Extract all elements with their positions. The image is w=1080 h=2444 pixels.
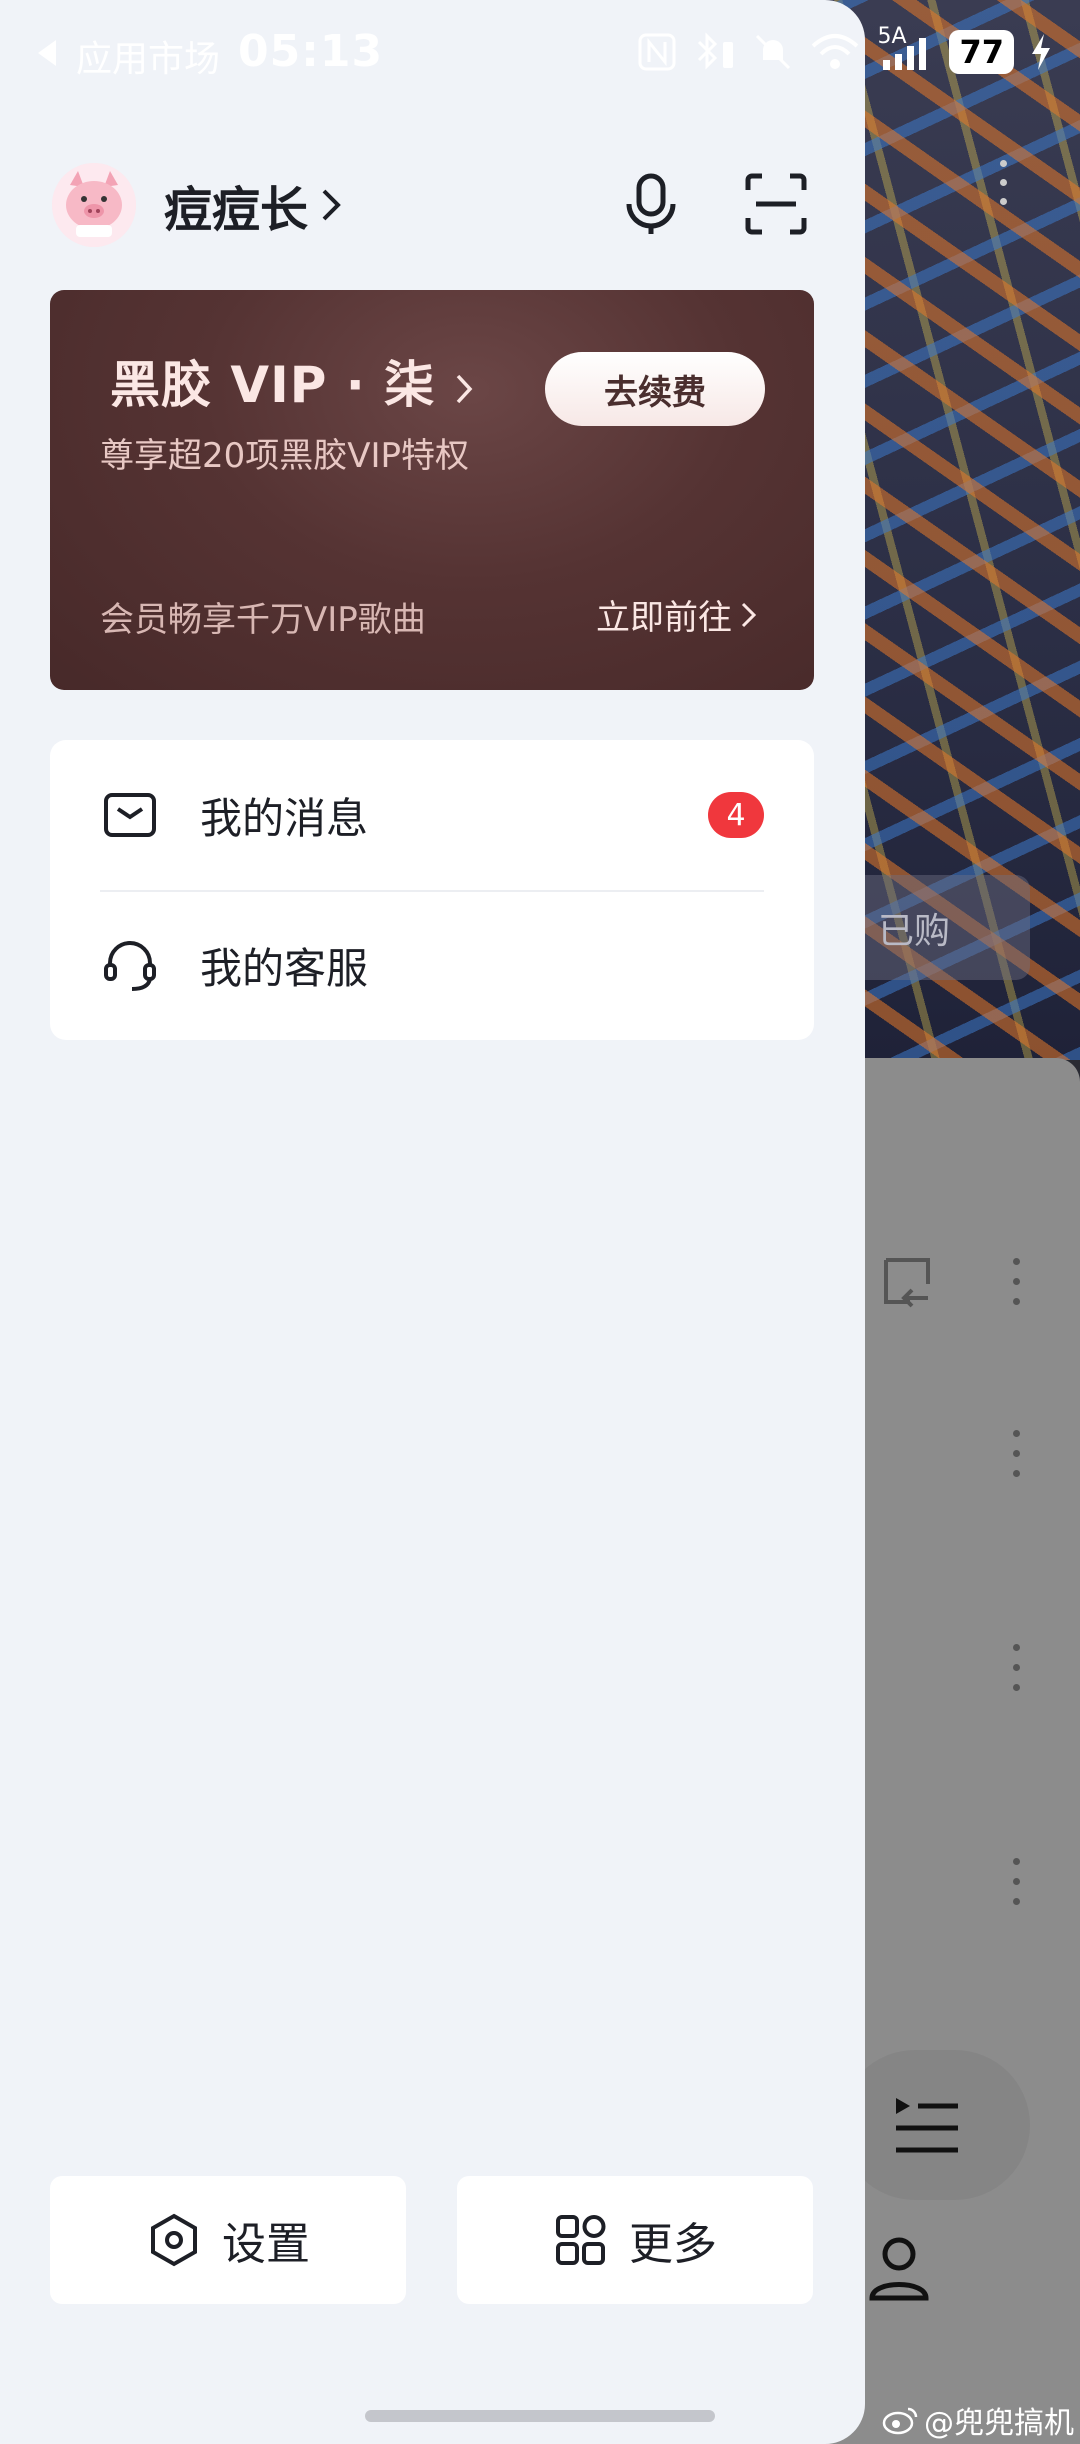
bluetooth-icon bbox=[698, 32, 734, 70]
row-more-icon bbox=[1010, 1858, 1022, 1914]
purchased-tab: 已购 bbox=[840, 875, 1030, 980]
renew-button[interactable]: 去续费 bbox=[545, 352, 765, 426]
chevron-right-icon bbox=[741, 602, 757, 627]
profile-row[interactable]: 痘痘长 bbox=[52, 160, 344, 250]
unread-badge: 4 bbox=[708, 792, 764, 838]
more-label: 更多 bbox=[629, 2219, 717, 2270]
vip-title[interactable]: 黑胶 VIP · 柒 bbox=[110, 345, 476, 417]
menu-item-label: 我的客服 bbox=[200, 943, 369, 993]
battery-level: 77 bbox=[949, 30, 1014, 74]
nfc-icon bbox=[638, 33, 676, 71]
side-drawer: 痘痘长 黑胶 VIP · 柒 尊享超20项黑胶VIP特权 去续费 会员畅享千万V… bbox=[0, 0, 865, 2444]
headset-icon bbox=[104, 941, 156, 991]
chevron-right-icon bbox=[456, 374, 472, 403]
settings-icon bbox=[151, 2213, 197, 2267]
back-app-label[interactable]: 应用市场 bbox=[76, 30, 220, 82]
more-button[interactable]: 更多 bbox=[457, 2176, 813, 2304]
row-more-icon bbox=[1010, 1644, 1022, 1700]
import-icon bbox=[884, 1258, 930, 1308]
clock: 05:13 bbox=[238, 26, 384, 77]
avatar[interactable] bbox=[52, 163, 136, 247]
menu-item-label: 我的消息 bbox=[200, 793, 369, 843]
chevron-right-icon bbox=[322, 189, 341, 221]
wifi-icon bbox=[812, 34, 859, 69]
user-icon bbox=[869, 2237, 929, 2301]
settings-button[interactable]: 设置 bbox=[50, 2176, 406, 2304]
menu-item-messages[interactable]: 我的消息 4 bbox=[50, 740, 814, 890]
menu-item-customer-service[interactable]: 我的客服 bbox=[50, 890, 814, 1040]
vip-subtitle: 尊享超20项黑胶VIP特权 bbox=[100, 436, 470, 476]
playlist-icon bbox=[896, 2098, 958, 2153]
vip-card[interactable]: 黑胶 VIP · 柒 尊享超20项黑胶VIP特权 去续费 会员畅享千万VIP歌曲… bbox=[50, 290, 814, 690]
back-arrow-icon[interactable] bbox=[38, 40, 56, 66]
row-more-icon bbox=[1010, 1430, 1022, 1486]
more-vert-icon bbox=[1000, 160, 1007, 217]
signal-icon: 5A bbox=[877, 24, 933, 72]
message-icon bbox=[104, 793, 156, 837]
scan-icon[interactable] bbox=[742, 170, 810, 238]
status-icons: 5A 77 bbox=[637, 24, 1052, 74]
vip-songs-text: 会员畅享千万VIP歌曲 bbox=[100, 600, 426, 640]
grid-apps-icon bbox=[556, 2215, 606, 2265]
watermark: @兜兜搞机 bbox=[882, 2398, 1074, 2442]
status-bar: 应用市场 05:13 5A 77 bbox=[0, 0, 1080, 112]
microphone-icon[interactable] bbox=[617, 170, 685, 238]
charging-icon bbox=[1032, 34, 1050, 70]
settings-label: 设置 bbox=[222, 2219, 310, 2270]
go-now-link[interactable]: 立即前往 bbox=[596, 590, 758, 639]
mute-bell-icon bbox=[756, 34, 791, 70]
playlist-fab bbox=[840, 2050, 1030, 2200]
weibo-icon bbox=[882, 2407, 918, 2435]
home-indicator[interactable] bbox=[365, 2410, 715, 2422]
pig-avatar-icon bbox=[52, 163, 136, 247]
username[interactable]: 痘痘长 bbox=[164, 170, 308, 240]
menu-card: 我的消息 4 我的客服 bbox=[50, 740, 814, 1040]
row-more-icon bbox=[1010, 1258, 1022, 1314]
